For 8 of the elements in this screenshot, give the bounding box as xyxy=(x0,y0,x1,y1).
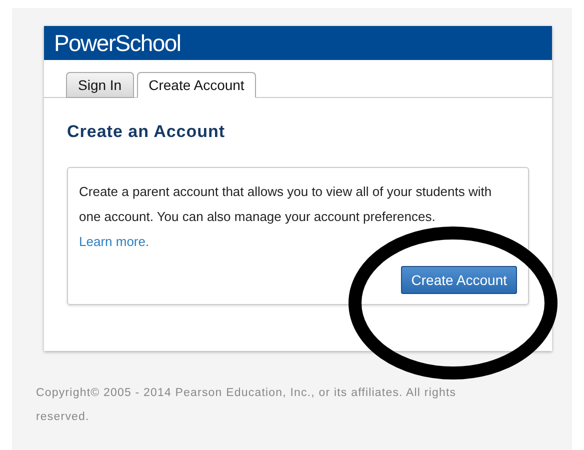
info-text: Create a parent account that allows you to view all of your students with one account. You can also manage your account preferences. Learn more. xyxy=(79,183,493,251)
create-account-button[interactable]: Create Account xyxy=(401,266,517,294)
learn-more-link[interactable]: Learn more. xyxy=(79,234,150,249)
page-heading: Create an Account xyxy=(67,122,226,142)
tab[interactable]: Sign In xyxy=(66,72,134,98)
copyright-text: Copyright© 2005 - 2014 Pearson Education, Inc., or its affiliates. All rights reserved. xyxy=(36,386,458,425)
logo: PowerSchool xyxy=(54,30,181,56)
tab[interactable]: Create Account xyxy=(136,72,256,98)
